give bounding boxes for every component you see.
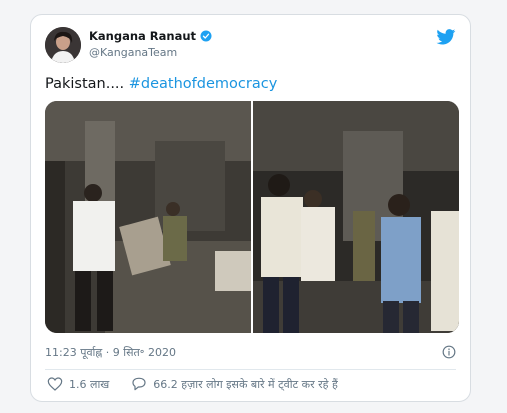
avatar[interactable] <box>45 27 81 63</box>
verified-badge-icon <box>200 30 212 42</box>
author-name[interactable]: Kangana Ranaut <box>89 29 196 43</box>
author-handle[interactable]: @KanganaTeam <box>89 46 177 59</box>
tweet-photo-left[interactable] <box>45 101 251 333</box>
twitter-bird-icon[interactable] <box>436 29 456 45</box>
tweet-timestamp[interactable]: 11:23 पूर्वाह्न · 9 सित॰ 2020 <box>45 345 176 360</box>
reply-count: 66.2 हज़ार लोग इसके बारे में ट्वीट कर रह… <box>153 377 338 391</box>
reply-button[interactable]: 66.2 हज़ार लोग इसके बारे में ट्वीट कर रह… <box>131 376 338 392</box>
speech-bubble-icon <box>132 377 146 391</box>
tweet-meta-row: 11:23 पूर्वाह्न · 9 सित॰ 2020 <box>45 344 456 360</box>
tweet-photo-right[interactable] <box>253 101 459 333</box>
info-icon[interactable] <box>442 345 456 359</box>
like-count: 1.6 लाख <box>69 377 110 391</box>
tweet-card[interactable]: Kangana Ranaut @KanganaTeam Pakistan....… <box>30 14 471 402</box>
tweet-media[interactable] <box>45 101 459 333</box>
heart-icon <box>47 377 63 391</box>
tweet-actions: 1.6 लाख 66.2 हज़ार लोग इसके बारे में ट्व… <box>47 376 360 392</box>
divider <box>45 369 456 370</box>
hashtag-link[interactable]: #deathofdemocracy <box>129 76 278 92</box>
author-row: Kangana Ranaut <box>89 29 212 43</box>
tweet-text: Pakistan.... #deathofdemocracy <box>45 76 277 92</box>
tweet-text-plain: Pakistan.... <box>45 76 129 92</box>
like-button[interactable]: 1.6 लाख <box>47 376 109 392</box>
